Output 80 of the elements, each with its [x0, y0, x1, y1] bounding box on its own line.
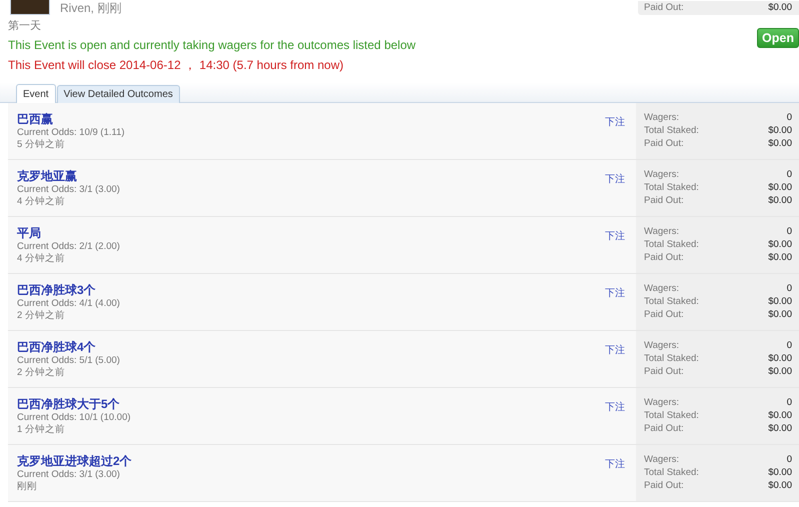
outcome-link[interactable]: 巴西净胜球4个: [17, 340, 96, 355]
stat-value: 0: [786, 339, 792, 352]
stat-label: Paid Out:: [644, 1, 684, 14]
stat-label: Paid Out:: [644, 479, 684, 492]
stat-value: $0.00: [768, 422, 792, 435]
outcome-link[interactable]: 巴西净胜球3个: [17, 283, 96, 298]
stat-value: 0: [786, 282, 792, 295]
outcome-link[interactable]: 克罗地亚进球超过2个: [17, 454, 132, 469]
stat-value: $0.00: [768, 409, 792, 422]
stat-label: Paid Out:: [644, 308, 684, 321]
stat-label: Wagers:: [644, 339, 680, 352]
bet-link[interactable]: 下注: [605, 286, 625, 330]
stat-label: Paid Out:: [644, 194, 684, 207]
bet-link[interactable]: 下注: [605, 172, 625, 216]
stat-label: Paid Out:: [644, 137, 684, 150]
stat-label: Wagers:: [644, 111, 680, 124]
stat-label: Total Staked:: [644, 238, 699, 251]
stat-value: $0.00: [768, 1, 792, 14]
stat-value: $0.00: [768, 251, 792, 264]
odds-text: Current Odds: 2/1 (2.00): [17, 241, 120, 253]
odds-text: Current Odds: 3/1 (3.00): [17, 469, 120, 481]
stat-value: $0.00: [768, 194, 792, 207]
bet-link[interactable]: 下注: [605, 343, 625, 387]
stat-label: Total Staked:: [644, 124, 699, 137]
time-text: 4 分钟之前: [17, 253, 65, 265]
time-text: 5 分钟之前: [17, 139, 65, 151]
outcome-link[interactable]: 巴西赢: [17, 112, 53, 127]
stat-label: Total Staked:: [644, 295, 699, 308]
stat-label: Total Staked:: [644, 181, 699, 194]
stat-value: 0: [786, 396, 792, 409]
odds-text: Current Odds: 5/1 (5.00): [17, 355, 120, 367]
outcome-link[interactable]: 巴西净胜球大于5个: [17, 397, 120, 412]
stat-value: $0.00: [768, 238, 792, 251]
stat-value: $0.00: [768, 352, 792, 365]
tab[interactable]: View Detailed Outcomes: [56, 85, 180, 103]
time-text: 4 分钟之前: [17, 196, 65, 208]
stat-value: $0.00: [768, 124, 792, 137]
stat-label: Paid Out:: [644, 365, 684, 378]
odds-text: Current Odds: 4/1 (4.00): [17, 298, 120, 310]
stat-value: $0.00: [768, 308, 792, 321]
stat-label: Wagers:: [644, 225, 680, 238]
bet-link[interactable]: 下注: [605, 115, 625, 159]
stat-label: Wagers:: [644, 396, 680, 409]
stat-label: Total Staked:: [644, 409, 699, 422]
stat-value: $0.00: [768, 137, 792, 150]
odds-text: Current Odds: 10/1 (10.00): [17, 412, 131, 424]
odds-text: Current Odds: 10/9 (1.11): [17, 127, 125, 139]
stat-label: Wagers:: [644, 453, 680, 466]
bet-link[interactable]: 下注: [605, 400, 625, 444]
stat-value: 0: [786, 168, 792, 181]
tab[interactable]: Event: [16, 84, 56, 103]
stat-value: 0: [786, 225, 792, 238]
stat-value: $0.00: [768, 181, 792, 194]
open-message: This Event is open and currently taking wagers for the outcomes listed below: [8, 37, 417, 54]
stat-label: Wagers:: [644, 282, 680, 295]
stat-label: Paid Out:: [644, 251, 684, 264]
bet-link[interactable]: 下注: [605, 229, 625, 273]
stat-label: Wagers:: [644, 168, 680, 181]
stat-value: 0: [786, 111, 792, 124]
status-badge: Open: [757, 28, 799, 48]
close-message: This Event will close 2014-06-12 ， 14:30 (5.7 hours from now): [8, 57, 344, 74]
stat-value: $0.00: [768, 466, 792, 479]
time-text: 刚刚: [17, 481, 37, 493]
time-text: 1 分钟之前: [17, 424, 65, 436]
stat-value: $0.00: [768, 295, 792, 308]
bet-link[interactable]: 下注: [605, 457, 625, 501]
author-line: Riven, 刚刚: [60, 1, 122, 15]
stat-value: $0.00: [768, 479, 792, 492]
avatar-placeholder: [10, 0, 50, 15]
stat-label: Total Staked:: [644, 352, 699, 365]
time-text: 2 分钟之前: [17, 367, 65, 379]
stat-value: 0: [786, 453, 792, 466]
stat-label: Paid Out:: [644, 422, 684, 435]
outcome-link[interactable]: 克罗地亚赢: [17, 169, 77, 184]
odds-text: Current Odds: 3/1 (3.00): [17, 184, 120, 196]
outcome-link[interactable]: 平局: [17, 226, 41, 241]
time-text: 2 分钟之前: [17, 310, 65, 322]
stat-label: Total Staked:: [644, 466, 699, 479]
stat-value: $0.00: [768, 365, 792, 378]
day-title: 第一天: [8, 19, 42, 34]
